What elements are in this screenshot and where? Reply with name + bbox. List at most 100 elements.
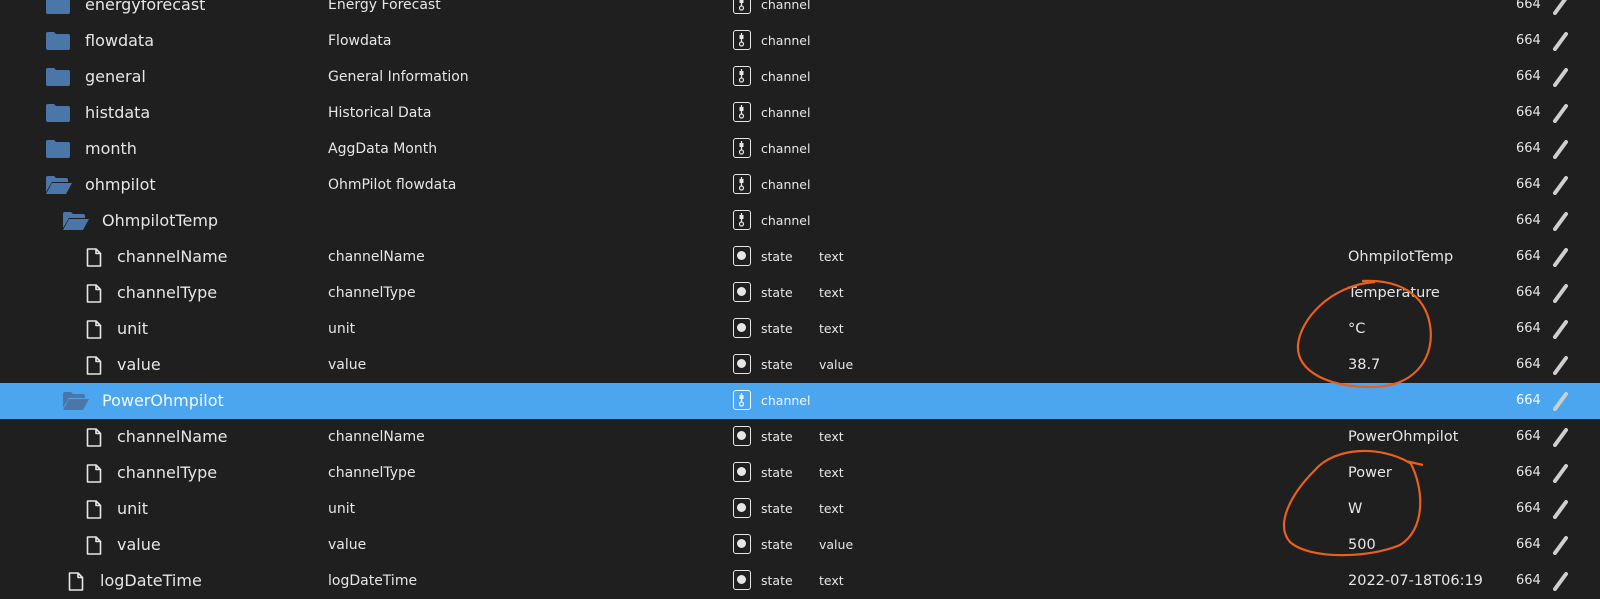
object-value: 2022-07-18T06:19 [1348, 572, 1483, 589]
file-icon[interactable] [68, 571, 84, 591]
edit-pencil-icon[interactable] [1552, 499, 1568, 519]
table-row[interactable]: value value state value 500 664 [0, 527, 1600, 563]
edit-pencil-icon[interactable] [1552, 535, 1568, 555]
edit-pencil-icon[interactable] [1552, 139, 1568, 159]
state-type-icon [733, 245, 751, 266]
table-row[interactable]: energyforecast Energy Forecast channel 664 [0, 0, 1600, 23]
edit-pencil-icon[interactable] [1552, 463, 1568, 483]
edit-pencil-icon[interactable] [1552, 211, 1568, 231]
state-type-icon [733, 533, 751, 554]
table-row[interactable]: unit unit state text W 664 [0, 491, 1600, 527]
object-value: 38.7 [1348, 356, 1381, 373]
object-acl: 664 [1516, 320, 1541, 336]
object-type: state [761, 500, 793, 516]
object-value: Power [1348, 464, 1392, 481]
object-acl: 664 [1516, 32, 1541, 48]
folder-icon[interactable] [45, 31, 71, 50]
file-icon[interactable] [86, 499, 102, 519]
folder-open-icon[interactable] [62, 211, 90, 230]
object-description: channelName [328, 248, 425, 265]
object-description: OhmPilot flowdata [328, 176, 457, 193]
object-type: state [761, 356, 793, 372]
state-type-icon [733, 281, 751, 302]
edit-pencil-icon[interactable] [1552, 67, 1568, 87]
file-icon[interactable] [86, 319, 102, 339]
edit-pencil-icon[interactable] [1552, 0, 1568, 15]
edit-pencil-icon[interactable] [1552, 571, 1568, 591]
edit-pencil-icon[interactable] [1552, 427, 1568, 447]
state-type-icon [733, 461, 751, 482]
object-acl: 664 [1516, 140, 1541, 156]
folder-open-icon[interactable] [45, 175, 73, 194]
object-acl: 664 [1516, 0, 1541, 12]
edit-pencil-icon[interactable] [1552, 319, 1568, 339]
table-row[interactable]: channelName channelName state text PowerOhmp… [0, 419, 1600, 455]
object-type: channel [761, 68, 811, 84]
file-icon[interactable] [86, 283, 102, 303]
edit-pencil-icon[interactable] [1552, 247, 1568, 267]
object-value: 500 [1348, 536, 1376, 553]
object-type: channel [761, 104, 811, 120]
object-type: state [761, 536, 793, 552]
object-id: energyforecast [85, 0, 206, 14]
table-row[interactable]: general General Information channel 664 [0, 59, 1600, 95]
edit-pencil-icon[interactable] [1552, 31, 1568, 51]
object-description: value [328, 356, 367, 373]
edit-pencil-icon[interactable] [1552, 175, 1568, 195]
object-value: °C [1348, 320, 1366, 337]
table-row[interactable]: unit unit state text °C 664 [0, 311, 1600, 347]
folder-icon[interactable] [45, 67, 71, 86]
edit-pencil-icon[interactable] [1552, 103, 1568, 123]
object-description: channelType [328, 284, 416, 301]
edit-pencil-icon[interactable] [1552, 391, 1568, 411]
object-acl: 664 [1516, 68, 1541, 84]
channel-type-icon [733, 389, 751, 410]
table-row[interactable]: histdata Historical Data channel 664 [0, 95, 1600, 131]
object-id: channelType [117, 462, 218, 482]
object-type: state [761, 284, 793, 300]
table-row[interactable]: channelType channelType state text Power 664 [0, 455, 1600, 491]
file-icon[interactable] [86, 463, 102, 483]
object-description: value [328, 536, 367, 553]
folder-open-icon[interactable] [62, 391, 90, 410]
channel-type-icon [733, 209, 751, 230]
object-id: channelType [117, 282, 218, 302]
table-row[interactable]: flowdata Flowdata channel 664 [0, 23, 1600, 59]
object-id: PowerOhmpilot [102, 390, 224, 410]
table-row[interactable]: value value state value 38.7 664 [0, 347, 1600, 383]
object-type: channel [761, 212, 811, 228]
table-row[interactable]: logDateTime logDateTime state text 2022-07-1… [0, 563, 1600, 599]
folder-icon[interactable] [45, 0, 71, 14]
object-acl: 664 [1516, 356, 1541, 372]
object-value: OhmpilotTemp [1348, 248, 1454, 265]
table-row[interactable]: OhmpilotTemp channel 664 [0, 203, 1600, 239]
file-icon[interactable] [86, 355, 102, 375]
object-id: general [85, 66, 146, 86]
object-id: logDateTime [100, 570, 202, 590]
file-icon[interactable] [86, 247, 102, 267]
object-value: PowerOhmpilot [1348, 428, 1459, 445]
object-id: OhmpilotTemp [102, 210, 219, 230]
edit-pencil-icon[interactable] [1552, 355, 1568, 375]
state-type-icon [733, 425, 751, 446]
table-row[interactable]: month AggData Month channel 664 [0, 131, 1600, 167]
file-icon[interactable] [86, 427, 102, 447]
object-role: text [819, 320, 844, 336]
table-row[interactable]: channelName channelName state text OhmpilotT… [0, 239, 1600, 275]
object-description: AggData Month [328, 140, 438, 157]
table-row[interactable]: channelType channelType state text Temperatu… [0, 275, 1600, 311]
table-row[interactable]: PowerOhmpilot channel 664 [0, 382, 1600, 419]
object-description: Energy Forecast [328, 0, 441, 13]
object-role: value [819, 536, 854, 552]
object-description: unit [328, 500, 356, 517]
edit-pencil-icon[interactable] [1552, 283, 1568, 303]
folder-icon[interactable] [45, 139, 71, 158]
state-type-icon [733, 569, 751, 590]
object-type: state [761, 572, 793, 588]
channel-type-icon [733, 65, 751, 86]
folder-icon[interactable] [45, 103, 71, 122]
file-icon[interactable] [86, 535, 102, 555]
table-row[interactable]: ohmpilot OhmPilot flowdata channel 664 [0, 167, 1600, 203]
object-type: state [761, 320, 793, 336]
object-type: state [761, 464, 793, 480]
